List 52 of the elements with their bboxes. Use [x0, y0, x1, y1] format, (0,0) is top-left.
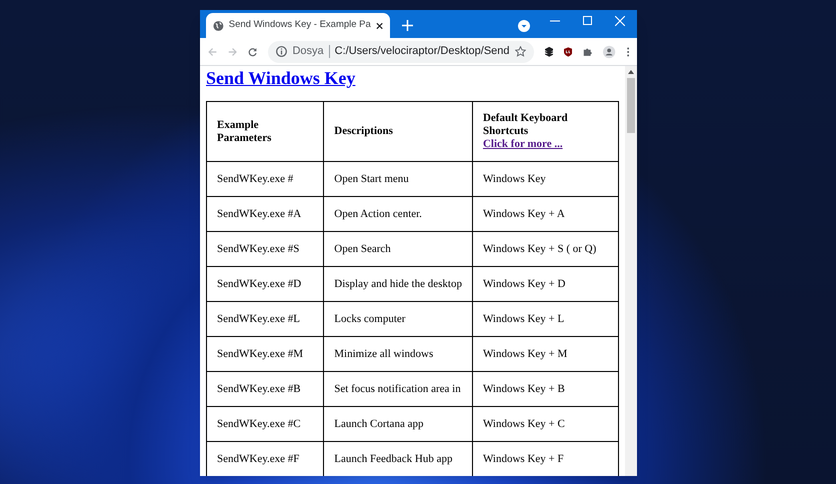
table-cell: Open Action center. — [324, 196, 472, 232]
table-cell: SendWKey.exe #S — [206, 232, 324, 266]
scrollbar-thumb[interactable] — [627, 78, 635, 133]
table-cell: Open Start menu — [324, 162, 472, 196]
table-cell: Windows Key — [472, 162, 618, 196]
address-bar[interactable]: Dosya C:/Users/velociraptor/Desktop/Send — [268, 40, 534, 62]
table-cell: Windows Key + M — [472, 336, 618, 372]
avatar-icon[interactable] — [603, 44, 616, 60]
table-cell: Windows Key + B — [472, 372, 618, 406]
globe-icon — [213, 20, 224, 32]
table-cell: Launch Cortana app — [324, 406, 472, 442]
table-cell: SendWKey.exe #A — [206, 196, 324, 232]
scroll-up-icon[interactable] — [628, 70, 634, 74]
page-heading-link[interactable]: Send Windows Key — [206, 67, 356, 89]
reload-icon[interactable] — [248, 46, 258, 58]
table-cell: Windows Key + A — [472, 196, 618, 232]
table-cell: Locks computer — [324, 302, 472, 336]
new-tab-icon[interactable] — [402, 20, 413, 31]
info-icon[interactable] — [276, 46, 288, 57]
url-text: C:/Users/velociraptor/Desktop/Send — [334, 44, 510, 60]
address-label: Dosya — [292, 44, 324, 60]
table-cell: Open Search — [324, 232, 472, 266]
table-cell: Minimize all windows — [324, 336, 472, 372]
column-header: Example Parameters — [206, 102, 324, 162]
table-cell: Display and hide the desktop — [324, 266, 472, 302]
column-header: Descriptions — [324, 102, 472, 162]
star-icon[interactable] — [514, 46, 526, 57]
table-cell: SendWKey.exe #C — [206, 406, 324, 442]
table-cell: SendWKey.exe #B — [206, 372, 324, 406]
layers-icon[interactable] — [544, 46, 553, 58]
tab-title: Send Windows Key - Example Pa — [228, 18, 371, 32]
table-cell: SendWKey.exe # — [206, 162, 324, 196]
table-cell: Windows Key + L — [472, 302, 618, 336]
table-cell: Windows Key + D — [472, 266, 618, 302]
scrollbar[interactable] — [625, 66, 637, 476]
column-header: Default Keyboard Shortcuts — [482, 112, 569, 138]
minimize-icon[interactable] — [550, 20, 560, 22]
more-link[interactable]: Click for more ... — [482, 138, 563, 151]
tab-search-icon[interactable] — [518, 20, 530, 32]
table-cell: Windows Key + S ( or Q) — [472, 232, 618, 266]
table-cell: SendWKey.exe #M — [206, 336, 324, 372]
puzzle-icon[interactable] — [583, 46, 592, 58]
shield-icon[interactable] — [564, 46, 572, 58]
browser-tab[interactable]: Send Windows Key - Example Pa — [206, 13, 390, 38]
table-cell: SendWKey.exe #D — [206, 266, 324, 302]
table-cell: SendWKey.exe #L — [206, 302, 324, 336]
menu-icon[interactable] — [626, 46, 629, 58]
maximize-icon[interactable] — [583, 16, 592, 25]
table-cell: Windows Key + C — [472, 406, 618, 442]
table-cell: Set focus notification area in — [324, 372, 472, 406]
close-icon[interactable] — [376, 22, 383, 30]
table-cell: SendWKey.exe #F — [206, 442, 324, 476]
